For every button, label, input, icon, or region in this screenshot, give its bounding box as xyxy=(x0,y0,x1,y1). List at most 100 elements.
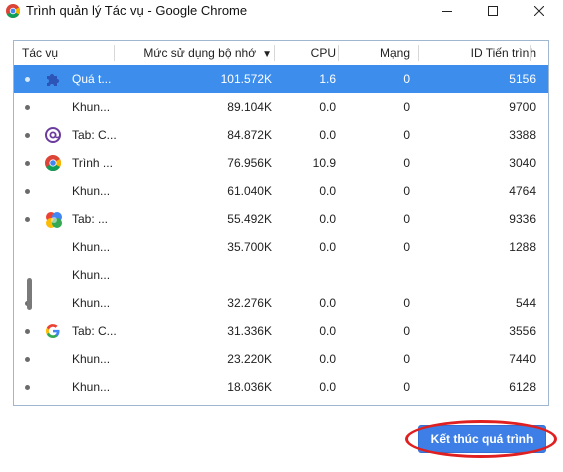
task-name: Khun... xyxy=(72,352,111,366)
pid-value: 3388 xyxy=(509,128,536,142)
pid-value xyxy=(422,261,536,289)
network-value: 0 xyxy=(403,324,410,338)
cpu-value: 0.0 xyxy=(319,296,336,310)
network-value: 0 xyxy=(403,128,410,142)
cpu-value: 0.0 xyxy=(319,324,336,338)
column-divider[interactable] xyxy=(418,45,419,61)
pid-value: 1288 xyxy=(509,240,536,254)
task-name: Khun... xyxy=(72,184,111,198)
cpu-value: 0.0 xyxy=(319,100,336,114)
memory-value: 101.572K xyxy=(220,72,272,86)
memory-value: 23.220K xyxy=(227,352,272,366)
cpu-value: 0.0 xyxy=(319,184,336,198)
row-status-dot xyxy=(25,385,30,390)
process-group-indicator xyxy=(27,278,32,310)
memory-value: 32.276K xyxy=(227,296,272,310)
table-row[interactable]: Khun... 32.276K 0.0 0 544 xyxy=(14,289,548,317)
minimize-icon xyxy=(442,11,452,12)
row-status-dot xyxy=(25,77,30,82)
memory-value: 31.336K xyxy=(227,324,272,338)
task-name: Khun... xyxy=(72,100,111,114)
table-header: Tác vụ Mức sử dụng bộ nhớ ▼ CPU Mạng ID T… xyxy=(14,41,548,65)
close-button[interactable] xyxy=(516,0,562,22)
row-status-dot xyxy=(25,217,30,222)
column-divider[interactable] xyxy=(338,45,339,61)
network-value: 0 xyxy=(403,156,410,170)
table-row[interactable]: Khun... 61.040K 0.0 0 4764 xyxy=(14,177,548,205)
network-value: 0 xyxy=(403,240,410,254)
cpu-value: 0.0 xyxy=(319,128,336,142)
table-row[interactable]: Khun... 18.036K 0.0 0 6128 xyxy=(14,373,548,401)
row-status-dot xyxy=(25,161,30,166)
cpu-value: 10.9 xyxy=(312,156,336,170)
table-row[interactable]: Khun... 35.700K 0.0 0 1288 xyxy=(14,233,548,261)
memory-value: 18.036K xyxy=(227,380,272,394)
task-name: Tab: C... xyxy=(72,128,117,142)
pid-value: 9336 xyxy=(509,212,536,226)
multicolor-circles-icon xyxy=(45,205,62,233)
maximize-button[interactable] xyxy=(470,0,516,22)
table-row[interactable]: Tab: ... 55.492K 0.0 0 9336 xyxy=(14,205,548,233)
cpu-value: 0.0 xyxy=(319,380,336,394)
cpu-value xyxy=(276,261,336,289)
table-row[interactable]: Khun... 23.220K 0.0 0 7440 xyxy=(14,345,548,373)
cpu-value: 0.0 xyxy=(319,212,336,226)
network-value: 0 xyxy=(403,212,410,226)
column-header-cpu[interactable]: CPU xyxy=(276,41,336,65)
purple-at-sign-icon xyxy=(45,121,61,149)
row-status-dot xyxy=(25,329,30,334)
pid-value: 3556 xyxy=(509,324,536,338)
chrome-icon xyxy=(45,149,61,177)
memory-value: 55.492K xyxy=(227,212,272,226)
network-value xyxy=(340,261,410,289)
network-value: 0 xyxy=(403,296,410,310)
pid-value: 7440 xyxy=(509,352,536,366)
column-divider[interactable] xyxy=(530,45,531,61)
network-value: 0 xyxy=(403,380,410,394)
network-value: 0 xyxy=(403,100,410,114)
task-name: Quá t... xyxy=(72,72,112,86)
memory-value: 76.956K xyxy=(227,156,272,170)
table-row[interactable]: Quá t... 101.572K 1.6 0 5156 xyxy=(14,65,548,93)
memory-value: 84.872K xyxy=(227,128,272,142)
sort-descending-icon: ▼ xyxy=(262,49,272,60)
pid-value: 3040 xyxy=(509,156,536,170)
minimize-button[interactable] xyxy=(424,0,470,22)
network-value: 0 xyxy=(403,72,410,86)
cpu-value: 1.6 xyxy=(319,72,336,86)
process-table: Tác vụ Mức sử dụng bộ nhớ ▼ CPU Mạng ID T… xyxy=(13,40,549,406)
task-name: Khun... xyxy=(72,296,111,310)
memory-value: 35.700K xyxy=(227,240,272,254)
pid-value: 544 xyxy=(515,296,536,310)
task-name: Trình ... xyxy=(72,156,113,170)
task-name: Khun... xyxy=(72,380,111,394)
row-status-dot xyxy=(25,105,30,110)
task-name: Khun... xyxy=(72,240,111,254)
task-name: Khun... xyxy=(72,268,111,282)
memory-value xyxy=(134,261,272,289)
table-row[interactable]: Tab: C... 84.872K 0.0 0 3388 xyxy=(14,121,548,149)
title-bar[interactable]: Trình quản lý Tác vụ - Google Chrome xyxy=(0,0,563,22)
table-row[interactable]: Tab: C... 31.336K 0.0 0 3556 xyxy=(14,317,548,345)
pid-value: 6128 xyxy=(509,380,536,394)
close-icon xyxy=(534,6,544,16)
cpu-value: 0.0 xyxy=(319,352,336,366)
cpu-value: 0.0 xyxy=(319,240,336,254)
window-title: Trình quản lý Tác vụ - Google Chrome xyxy=(26,3,248,18)
column-header-task[interactable]: Tác vụ xyxy=(22,41,58,65)
chrome-icon xyxy=(6,4,20,18)
table-row[interactable]: Khun... 89.104K 0.0 0 9700 xyxy=(14,93,548,121)
end-process-button[interactable]: Kết thúc quá trình xyxy=(418,425,546,453)
pid-value: 5156 xyxy=(509,72,536,86)
column-header-network[interactable]: Mạng xyxy=(340,41,410,65)
column-header-memory[interactable]: Mức sử dụng bộ nhớ ▼ xyxy=(114,41,272,65)
task-manager-window: Trình quản lý Tác vụ - Google Chrome Tác… xyxy=(0,0,563,472)
table-row[interactable]: Khun... xyxy=(14,261,548,289)
network-value: 0 xyxy=(403,352,410,366)
row-status-dot xyxy=(25,189,30,194)
table-row[interactable]: Trình ... 76.956K 10.9 0 3040 xyxy=(14,149,548,177)
column-divider[interactable] xyxy=(274,45,275,61)
memory-value: 61.040K xyxy=(227,184,272,198)
puzzle-extension-icon xyxy=(45,65,61,93)
column-header-pid[interactable]: ID Tiến trình xyxy=(422,41,536,65)
